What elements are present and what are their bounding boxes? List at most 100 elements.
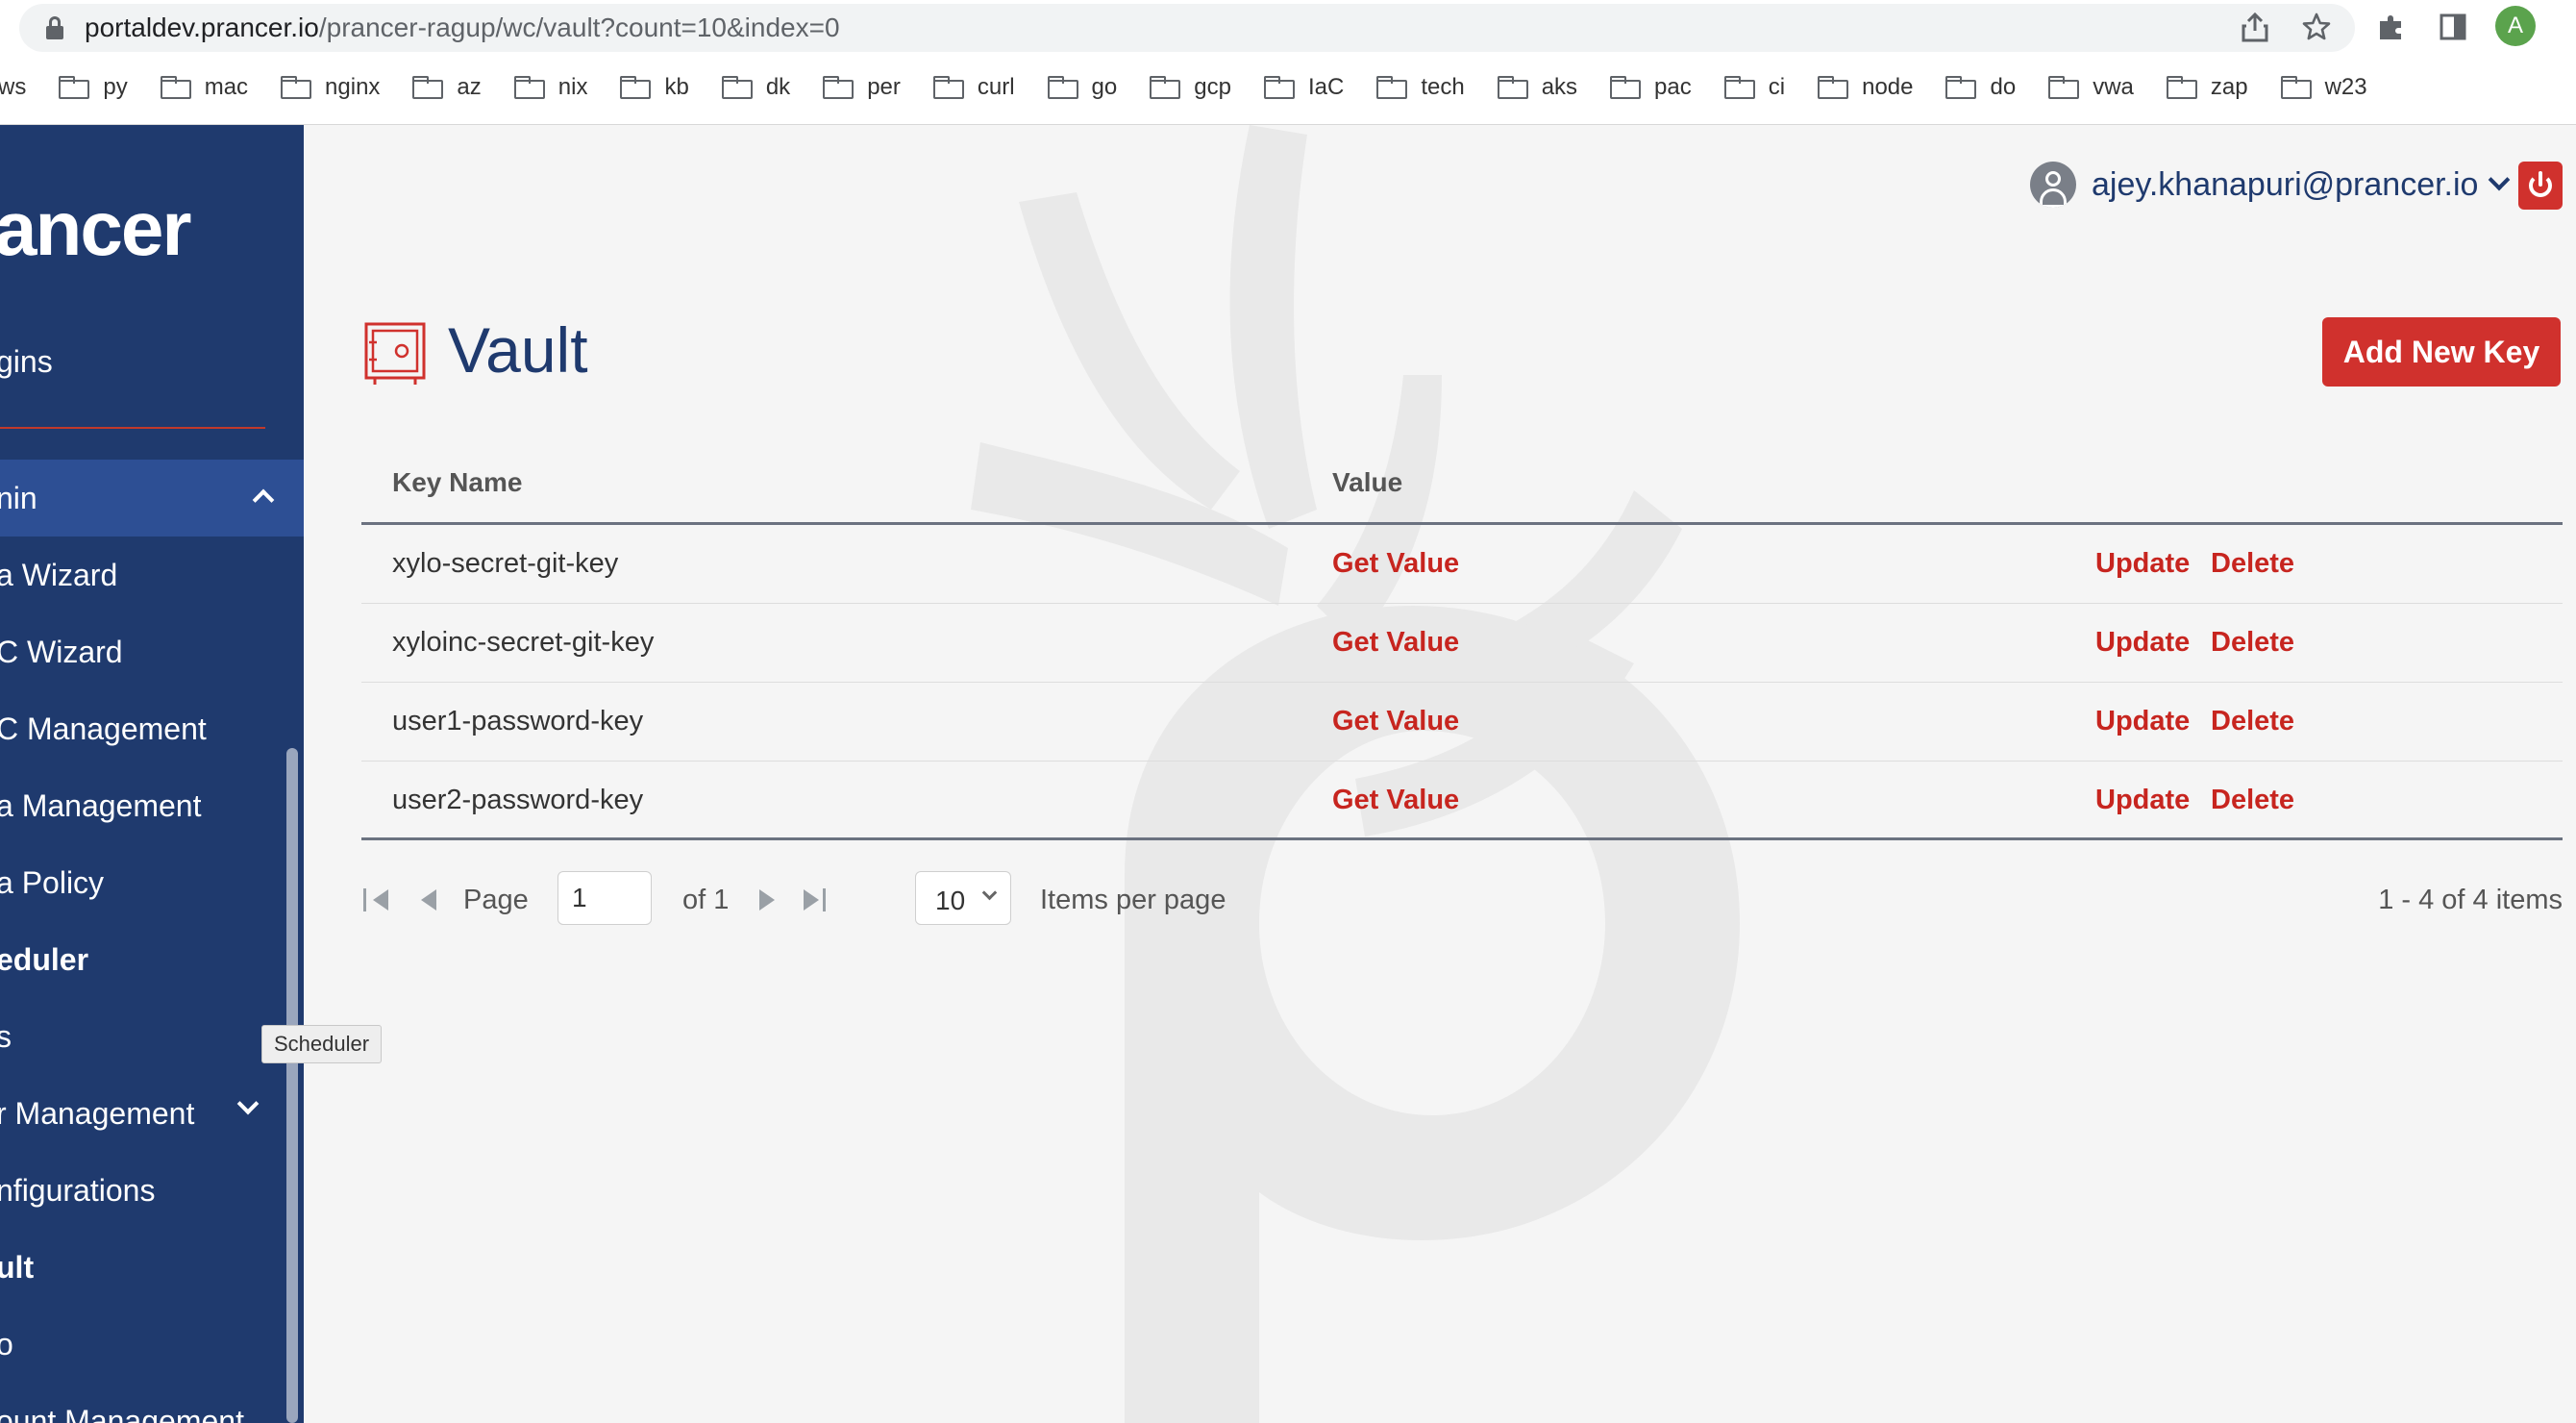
folder-icon <box>1263 76 1295 99</box>
bookmark-item[interactable]: do <box>1945 74 2016 101</box>
sidebar-item-user-management[interactable]: r Management <box>0 1075 288 1152</box>
first-page-icon[interactable] <box>361 888 390 911</box>
update-link[interactable]: Update <box>2095 785 2190 816</box>
bookmark-item[interactable]: gcp <box>1150 74 1231 101</box>
last-page-icon[interactable] <box>800 888 829 911</box>
brand-logo[interactable]: ancer <box>0 185 191 273</box>
folder-icon <box>1150 76 1181 99</box>
table-header: Key Name Value <box>361 448 2563 525</box>
bookmark-item[interactable]: py <box>59 74 128 101</box>
address-bar[interactable]: portaldev.prancer.io/prancer-ragup/wc/va… <box>19 4 2355 52</box>
page-label: Page <box>463 885 529 915</box>
page-number-input[interactable] <box>557 871 652 925</box>
sidebar-item-plugins[interactable]: gins <box>0 323 288 400</box>
bookmark-item[interactable]: az <box>412 74 482 101</box>
bookmark-label: ws <box>0 74 27 100</box>
extensions-icon[interactable] <box>2374 10 2409 44</box>
bookmark-item[interactable]: w23 <box>2280 74 2367 101</box>
bookmark-item[interactable]: ci <box>1723 74 1785 101</box>
delete-link[interactable]: Delete <box>2211 548 2294 580</box>
get-value-link[interactable]: Get Value <box>1332 706 1459 737</box>
add-new-key-button[interactable]: Add New Key <box>2322 317 2561 387</box>
sidebar-item-scheduler[interactable]: eduler <box>0 921 288 998</box>
bookmark-item[interactable]: pac <box>1610 74 1692 101</box>
prev-page-icon[interactable] <box>415 888 444 911</box>
delete-link[interactable]: Delete <box>2211 706 2294 737</box>
folder-icon <box>160 76 191 99</box>
url-text[interactable]: portaldev.prancer.io/prancer-ragup/wc/va… <box>85 12 840 43</box>
sidebar-item-vault[interactable]: ult <box>0 1229 288 1306</box>
get-value-link[interactable]: Get Value <box>1332 785 1459 816</box>
sidebar-item-label: ult <box>0 1249 35 1285</box>
delete-link[interactable]: Delete <box>2211 627 2294 659</box>
folder-icon <box>412 76 444 99</box>
url-host: portaldev.prancer.io <box>85 12 319 42</box>
folder-icon <box>59 76 90 99</box>
bookmark-item[interactable]: kb <box>620 74 689 101</box>
sidebar-scrollbar[interactable] <box>286 748 298 1423</box>
bookmark-item[interactable]: IaC <box>1263 74 1344 101</box>
side-panel-icon[interactable] <box>2436 10 2470 44</box>
sidebar-item-policy[interactable]: a Policy <box>0 844 288 921</box>
sidebar-item-s[interactable]: s <box>0 998 288 1075</box>
bookmark-item[interactable]: node <box>1818 74 1913 101</box>
bookmark-item[interactable]: go <box>1047 74 1117 101</box>
update-link[interactable]: Update <box>2095 627 2190 659</box>
sidebar-item-configurations[interactable]: nfigurations <box>0 1152 288 1229</box>
folder-icon <box>1945 76 1977 99</box>
sidebar-item-label: ount Management <box>0 1403 244 1423</box>
bookmark-label: node <box>1862 74 1914 100</box>
update-link[interactable]: Update <box>2095 706 2190 737</box>
bookmark-label: nix <box>557 74 588 100</box>
sidebar-item-admin[interactable]: nin <box>0 460 304 537</box>
bookmark-item[interactable]: nginx <box>281 74 380 101</box>
bookmark-item[interactable]: nix <box>513 74 588 101</box>
bookmark-label: az <box>457 74 482 100</box>
bookmark-item[interactable]: zap <box>2166 74 2248 101</box>
sidebar-item-label: C Wizard <box>0 634 123 669</box>
sidebar: ancer gins nin a Wizard C Wizard C Manag… <box>0 125 304 1423</box>
table-row: user2-password-key Get Value Update Delete <box>361 761 2563 840</box>
page-size-select[interactable]: 10 <box>915 871 1011 925</box>
bookmark-label: zap <box>2210 74 2248 100</box>
pager: Page of 1 10 Items per page 1 - 4 of 4 i… <box>361 871 2563 929</box>
sidebar-item-c-management[interactable]: C Management <box>0 690 288 767</box>
star-icon[interactable] <box>2299 10 2334 44</box>
table-row: xylo-secret-git-key Get Value Update Delete <box>361 525 2563 604</box>
get-value-link[interactable]: Get Value <box>1332 548 1459 580</box>
delete-link[interactable]: Delete <box>2211 785 2294 816</box>
folder-icon <box>620 76 652 99</box>
bookmark-label: per <box>867 74 901 100</box>
sidebar-item-label: gins <box>0 343 53 379</box>
bookmark-label: aks <box>1541 74 1578 100</box>
logout-button[interactable] <box>2518 162 2563 210</box>
sidebar-item-a-management[interactable]: a Management <box>0 767 288 844</box>
column-header-key-name[interactable]: Key Name <box>392 467 522 498</box>
key-name-cell: user2-password-key <box>392 785 644 815</box>
sidebar-item-wizard[interactable]: a Wizard <box>0 537 288 613</box>
sidebar-item-o[interactable]: o <box>0 1306 288 1383</box>
bookmark-item[interactable]: vwa <box>2048 74 2134 101</box>
folder-icon <box>1818 76 1849 99</box>
update-link[interactable]: Update <box>2095 548 2190 580</box>
bookmark-label: gcp <box>1194 74 1231 100</box>
profile-avatar[interactable]: A <box>2495 6 2536 46</box>
share-icon[interactable] <box>2238 10 2272 44</box>
bookmark-item[interactable]: per <box>823 74 901 101</box>
bookmark-item[interactable]: aks <box>1497 74 1578 101</box>
bookmark-item[interactable]: dk <box>721 74 790 101</box>
bookmark-item[interactable]: mac <box>160 74 248 101</box>
user-menu[interactable]: ajey.khanapuri@prancer.io <box>2030 162 2511 208</box>
sidebar-item-account-management[interactable]: ount Management <box>0 1383 288 1423</box>
next-page-icon[interactable] <box>754 888 782 911</box>
bookmark-item[interactable]: ws <box>0 74 26 101</box>
column-header-value[interactable]: Value <box>1332 467 1402 498</box>
bookmark-item[interactable]: tech <box>1376 74 1465 101</box>
get-value-link[interactable]: Get Value <box>1332 627 1459 659</box>
sidebar-item-label: s <box>0 1018 12 1054</box>
sidebar-item-c-wizard[interactable]: C Wizard <box>0 613 288 690</box>
sidebar-item-label: eduler <box>0 941 89 977</box>
sidebar-item-label: a Wizard <box>0 557 118 592</box>
lock-icon[interactable] <box>46 16 63 39</box>
bookmark-item[interactable]: curl <box>932 74 1015 101</box>
